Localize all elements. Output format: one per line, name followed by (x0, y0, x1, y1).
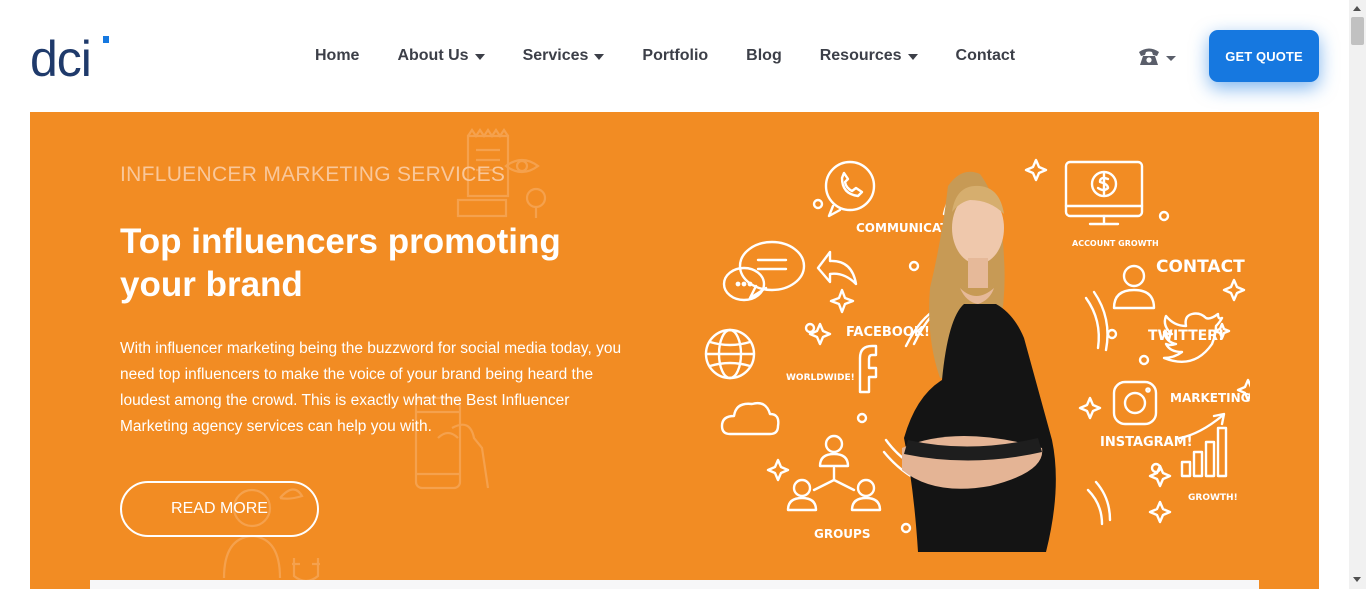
monitor-dollar-icon (1064, 160, 1144, 226)
contact-person-icon (1112, 264, 1156, 310)
nav-portfolio-label: Portfolio (642, 47, 709, 64)
nav-about-us-label: About Us (397, 47, 469, 64)
phone-dropdown[interactable] (1136, 44, 1176, 68)
whatsapp-icon (824, 160, 876, 218)
nav-about-us[interactable]: About Us (378, 36, 503, 76)
main-nav: Home About Us Services Portfolio Blog Re… (296, 0, 1034, 112)
nav-resources-label: Resources (819, 47, 902, 64)
scroll-down-arrow-icon[interactable] (1353, 577, 1361, 582)
globe-icon (704, 328, 756, 380)
label-worldwide: WORLDWIDE! (786, 373, 855, 383)
label-contact: CONTACT (1156, 257, 1245, 277)
hero-eyebrow: INFLUENCER MARKETING SERVICES (120, 163, 506, 186)
scrollbar-thumb[interactable] (1351, 17, 1364, 45)
facebook-icon (858, 344, 878, 394)
get-quote-button[interactable]: GET QUOTE (1209, 30, 1319, 82)
nav-contact[interactable]: Contact (937, 36, 1035, 76)
site-header: dci Home About Us Services Portfolio Blo… (0, 0, 1349, 112)
label-account-growth: ACCOUNT GROWTH (1072, 239, 1159, 248)
cloud-icon (720, 401, 780, 436)
nav-home-label: Home (315, 47, 360, 64)
label-facebook: FACEBOOK! (846, 325, 930, 340)
nav-services-label: Services (522, 47, 589, 64)
caret-down-icon (474, 53, 485, 60)
nav-resources[interactable]: Resources (801, 36, 937, 76)
hero-banner: INFLUENCER MARKETING SERVICES Top influe… (30, 112, 1319, 589)
hero-description: With influencer marketing being the buzz… (120, 340, 622, 435)
label-instagram: INSTAGRAM! (1100, 435, 1193, 450)
telephone-icon (1139, 48, 1159, 65)
nav-services[interactable]: Services (504, 36, 624, 76)
label-growth: GROWTH! (1188, 493, 1238, 503)
content-card-top-edge (90, 580, 1259, 589)
dci-logo[interactable]: dci (30, 30, 120, 87)
nav-blog-label: Blog (746, 47, 782, 64)
chat-bubbles-icon (722, 240, 806, 302)
dci-logo-mark: dci (30, 31, 109, 87)
label-twitter: TWITTER! (1148, 328, 1224, 344)
nav-blog[interactable]: Blog (727, 36, 801, 76)
nav-portfolio[interactable]: Portfolio (623, 36, 727, 76)
page-scrollbar[interactable] (1349, 0, 1366, 589)
nav-home[interactable]: Home (296, 36, 378, 76)
instagram-icon (1112, 380, 1158, 426)
svg-text:dci: dci (30, 31, 91, 86)
groups-icon (786, 434, 882, 512)
label-marketing: MARKETING (1170, 391, 1250, 405)
influencer-illustration: COMMUNICATION ACCOUNT GROWTH CONTACT TWI… (704, 158, 1250, 552)
share-arrow-icon (816, 250, 858, 286)
hero-headline: Top influencers promoting your brand (120, 222, 561, 304)
nav-contact-label: Contact (955, 47, 1016, 64)
caret-down-icon (1166, 55, 1176, 61)
caret-down-icon (907, 53, 918, 60)
read-more-button[interactable]: READ MORE (120, 481, 319, 537)
caret-down-icon (594, 53, 605, 60)
label-groups: GROUPS (814, 527, 870, 541)
scroll-up-arrow-icon[interactable] (1353, 6, 1361, 11)
